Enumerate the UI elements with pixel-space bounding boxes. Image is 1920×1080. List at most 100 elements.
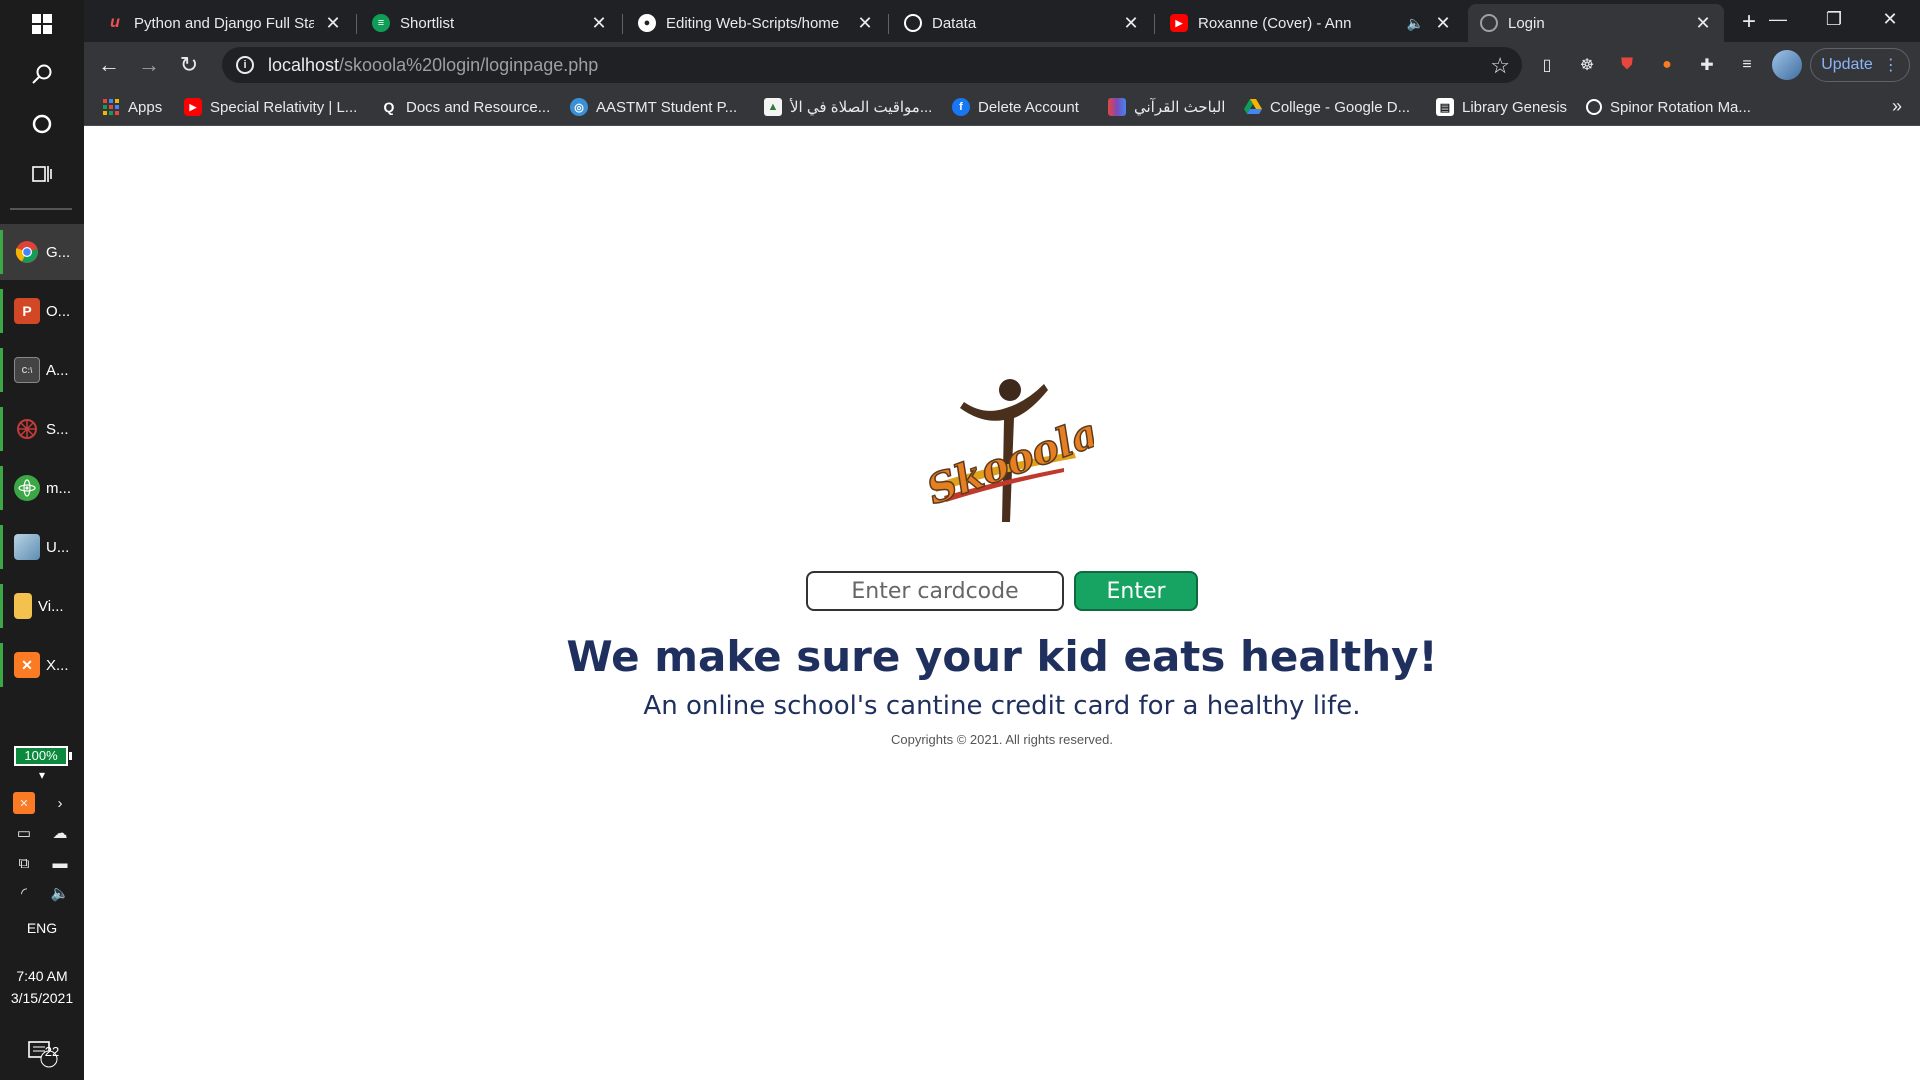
tab-youtube[interactable]: ▶ Roxanne (Cover) - Ann 🔈 ✕ [1158, 4, 1464, 42]
taskbar-app-atom[interactable]: m... [0, 460, 84, 516]
cortana-icon[interactable] [0, 100, 84, 148]
kebab-menu-icon[interactable]: ⋮ [1883, 55, 1899, 75]
windows-taskbar: G... P O... C:\ A... S... m... U... Vi..… [0, 0, 84, 1080]
tab-title: Shortlist [400, 14, 455, 32]
page-viewport: Skooola Enter We make sure your kid eats… [84, 127, 1920, 1080]
bookmarks-bar: Apps ▶ Special Relativity | L... Q Docs … [84, 88, 1920, 126]
shield-extension-icon[interactable]: ⛊ [1614, 52, 1640, 78]
globe-icon [1480, 14, 1498, 32]
bookmark-delete-account[interactable]: f Delete Account [952, 94, 1079, 120]
extensions-puzzle-icon[interactable]: ✚ [1694, 52, 1720, 78]
close-window-button[interactable]: ✕ [1862, 0, 1918, 40]
tab-shortlist[interactable]: ≡ Shortlist ✕ [360, 4, 620, 42]
chevron-right-icon[interactable]: › [49, 792, 71, 814]
bookmark-apps[interactable]: Apps [102, 94, 162, 120]
task-view-icon[interactable] [0, 150, 84, 198]
battery-tray-icon[interactable]: ▬ [49, 852, 71, 874]
tab-title: Login [1508, 14, 1545, 32]
library-icon: ▤ [1436, 98, 1454, 116]
ghost-extension-icon[interactable]: ☸ [1574, 52, 1600, 78]
taskbar-app-powerpoint[interactable]: P O... [0, 283, 84, 339]
bookmark-label: Docs and Resource... [406, 98, 551, 116]
taskbar-app-chrome[interactable]: G... [0, 224, 84, 280]
bookmarks-overflow-icon[interactable]: » [1892, 96, 1902, 117]
clock-time[interactable]: 7:40 AM [0, 968, 84, 984]
close-icon[interactable]: ✕ [324, 13, 342, 34]
close-icon[interactable]: ✕ [856, 13, 874, 34]
onedrive-icon[interactable]: ☁ [49, 822, 71, 844]
tab-strip: u Python and Django Full Sta ✕ ≡ Shortli… [84, 0, 1920, 42]
address-bar[interactable]: i localhost/skooola%20login/loginpage.ph… [222, 47, 1522, 83]
bookmark-spinor-rotation[interactable]: Spinor Rotation Ma... [1586, 94, 1751, 120]
bookmark-docs[interactable]: Q Docs and Resource... [380, 94, 551, 120]
copyright-notice: Copyrights © 2021. All rights reserved. [890, 732, 1113, 747]
bookmark-label: Spinor Rotation Ma... [1610, 98, 1751, 116]
globe-icon [904, 14, 922, 32]
notification-count: 22 [44, 1044, 60, 1059]
xampp-tray-icon[interactable]: ✕ [13, 792, 35, 814]
taskbar-app-folder[interactable]: Vi... [0, 578, 84, 634]
bookmark-special-relativity[interactable]: ▶ Special Relativity | L... [184, 94, 357, 120]
wifi-icon[interactable]: ◜ [13, 882, 35, 904]
tab-login[interactable]: Login ✕ [1468, 4, 1724, 42]
search-icon[interactable] [0, 50, 84, 98]
bookmark-star-icon[interactable]: ☆ [1490, 53, 1510, 79]
volume-icon[interactable]: 🔈 [49, 882, 71, 904]
speaker-icon[interactable]: 🔈 [1407, 15, 1424, 32]
facebook-icon: f [952, 98, 970, 116]
tab-datata[interactable]: Datata ✕ [892, 4, 1152, 42]
spider-icon [14, 416, 40, 442]
bookmark-quran-researcher[interactable]: الباحث القرآني [1108, 94, 1225, 120]
reload-button[interactable]: ↻ [174, 50, 204, 80]
apps-grid-icon [102, 98, 120, 116]
profile-avatar[interactable] [1772, 50, 1802, 80]
taskbar-app-label: O... [46, 302, 71, 320]
taskbar-app-terminal[interactable]: C:\ A... [0, 342, 84, 398]
windows-start-icon[interactable] [0, 0, 84, 48]
update-button[interactable]: Update ⋮ [1810, 48, 1910, 82]
page-headline: We make sure your kid eats healthy! [566, 632, 1438, 681]
clock-date[interactable]: 3/15/2021 [0, 990, 84, 1006]
taskbar-app-spider[interactable]: S... [0, 401, 84, 457]
globe-icon [1586, 99, 1602, 115]
back-button[interactable]: ← [94, 50, 124, 80]
update-label: Update [1821, 56, 1873, 73]
tab-divider [888, 14, 889, 34]
url-path: /skooola%20login/loginpage.php [339, 54, 599, 75]
tab-title: Python and Django Full Sta [134, 14, 314, 32]
bookmark-library-genesis[interactable]: ▤ Library Genesis [1436, 94, 1567, 120]
device-icon[interactable]: ▯ [1534, 52, 1560, 78]
minimize-button[interactable]: — [1750, 0, 1806, 40]
drive-icon [1244, 98, 1262, 116]
close-icon[interactable]: ✕ [1434, 13, 1452, 34]
taskbar-app-cube[interactable]: U... [0, 519, 84, 575]
cardcode-input[interactable] [806, 571, 1064, 611]
info-icon[interactable]: i [236, 56, 254, 74]
tab-github[interactable]: ● Editing Web-Scripts/home ✕ [626, 4, 886, 42]
close-icon[interactable]: ✕ [1694, 13, 1712, 34]
honey-extension-icon[interactable]: ● [1654, 52, 1680, 78]
bookmark-label: Apps [128, 98, 163, 116]
tab-title: Datata [932, 14, 977, 32]
taskbar-app-label: Vi... [38, 597, 64, 615]
close-icon[interactable]: ✕ [1122, 13, 1140, 34]
taskbar-app-xampp[interactable]: ✕ X... [0, 637, 84, 693]
restore-button[interactable]: ❐ [1806, 0, 1862, 40]
close-icon[interactable]: ✕ [590, 13, 608, 34]
bookmark-google-drive[interactable]: College - Google D... [1244, 94, 1410, 120]
forward-button[interactable]: → [134, 50, 164, 80]
media-queue-icon[interactable]: ≡ [1734, 52, 1760, 78]
battery-indicator[interactable]: 100% [14, 746, 72, 766]
screen-capture-icon[interactable]: ⧉ [13, 852, 35, 874]
meet-now-icon[interactable]: ▭ [13, 822, 35, 844]
udemy-icon: u [110, 14, 120, 31]
bookmark-aastmt[interactable]: ◎ AASTMT Student P... [570, 94, 737, 120]
bookmark-prayer-times[interactable]: ▲ مواقيت الصلاة في الأ... [764, 94, 932, 120]
language-indicator[interactable]: ENG [0, 920, 84, 936]
enter-button[interactable]: Enter [1074, 571, 1198, 611]
bookmark-label: AASTMT Student P... [596, 98, 738, 116]
power-plug-icon: ▾ [38, 768, 46, 782]
tab-divider [622, 14, 623, 34]
tab-udemy[interactable]: u Python and Django Full Sta ✕ [94, 4, 354, 42]
bookmark-label: Special Relativity | L... [210, 98, 358, 116]
